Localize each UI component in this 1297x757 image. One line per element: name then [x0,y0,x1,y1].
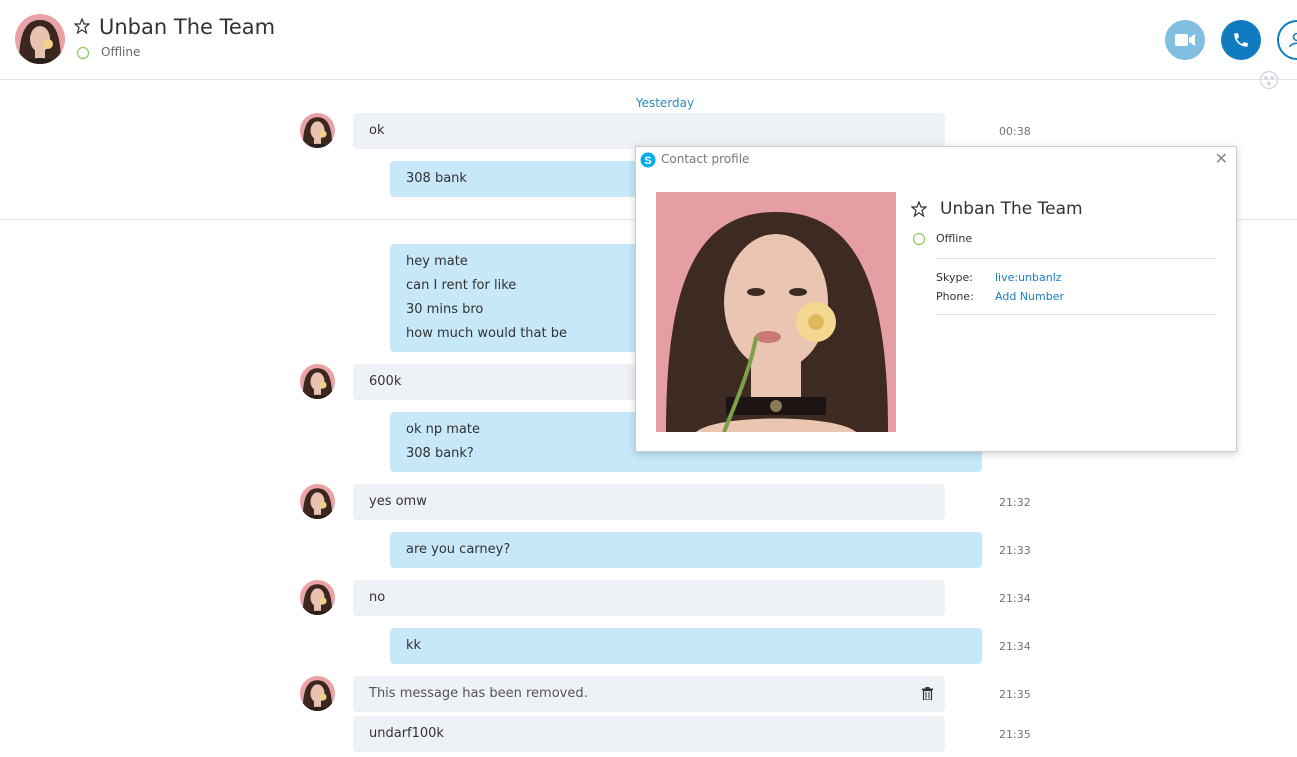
message-text: kk [406,638,422,653]
divider [936,314,1216,315]
add-people-button[interactable] [1277,20,1297,60]
status-indicator-icon [913,233,925,245]
avatar[interactable] [300,484,335,519]
svg-text:S: S [644,155,651,167]
add-number-link[interactable]: Add Number [995,290,1064,303]
message-time: 21:34 [999,640,1031,653]
audio-call-button[interactable] [1221,20,1261,60]
chat-header: Unban The Team Offline [0,0,1297,80]
contact-status: Offline [101,45,141,59]
message-bubble[interactable]: yes omw [353,484,945,520]
profile-status: Offline [936,232,973,245]
close-icon[interactable]: ✕ [1215,151,1228,167]
message-bubble[interactable]: undarf100k [353,716,945,752]
removed-message-bubble[interactable]: This message has been removed. [353,676,945,712]
message-text: no [369,590,386,605]
video-call-button[interactable] [1165,20,1205,60]
message-text: undarf100k [369,726,444,741]
profile-name: Unban The Team [940,199,1083,219]
avatar[interactable] [300,364,335,399]
message-bubble[interactable]: are you carney? [390,532,982,568]
contact-avatar[interactable] [15,14,65,64]
trash-icon[interactable] [922,687,933,700]
phone-label: Phone: [936,290,974,303]
skype-icon: S [640,152,656,168]
contact-name[interactable]: Unban The Team [99,15,275,39]
skype-id-link[interactable]: live:unbanlz [995,271,1062,284]
message-text: are you carney? [406,542,511,557]
message-time: 21:32 [999,496,1031,509]
skype-label: Skype: [936,271,973,284]
contact-profile-window: S Contact profile ✕ Unban The Team Offli… [635,146,1237,452]
window-title: Contact profile [661,152,750,166]
message-bubble[interactable]: ok [353,113,945,149]
divider [936,258,1216,259]
message-text: ok [369,123,385,138]
star-icon[interactable] [911,201,927,217]
message-bubble[interactable]: kk [390,628,982,664]
message-text: This message has been removed. [369,686,588,701]
contact-icon [1289,32,1297,48]
message-time: 00:38 [999,125,1031,138]
message-time: 21:34 [999,592,1031,605]
message-bubble[interactable]: no [353,580,945,616]
phone-call-icon [1234,33,1248,47]
avatar[interactable] [300,580,335,615]
date-separator: Yesterday [635,96,695,110]
star-icon[interactable] [74,18,90,34]
message-text: yes omw [369,494,427,509]
avatar[interactable] [300,676,335,711]
message-time: 21:35 [999,728,1031,741]
avatar[interactable] [300,113,335,148]
status-indicator-icon [77,47,89,59]
profile-photo [656,192,896,432]
message-time: 21:33 [999,544,1031,557]
message-time: 21:35 [999,688,1031,701]
video-call-icon [1175,34,1195,46]
emoticon-icon[interactable] [1259,70,1279,90]
